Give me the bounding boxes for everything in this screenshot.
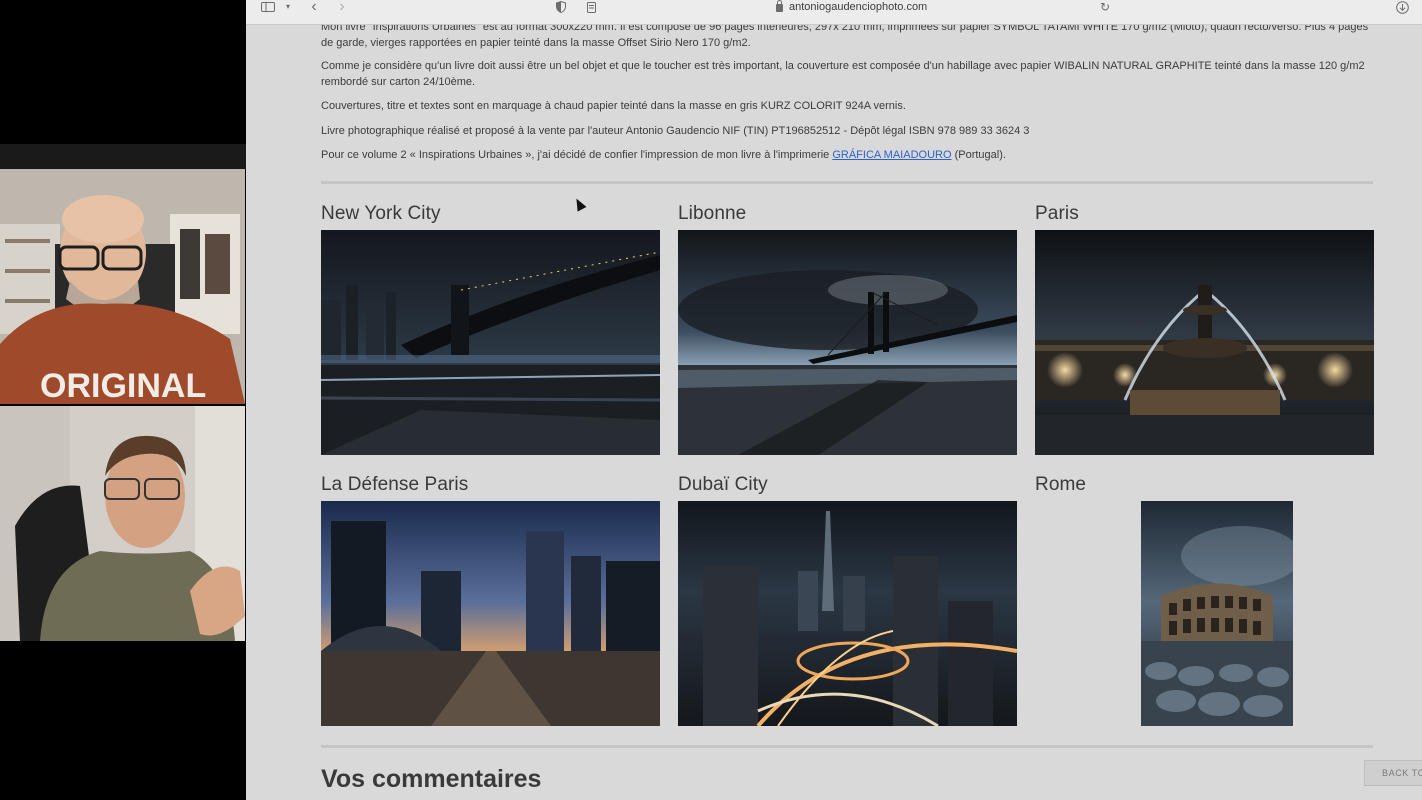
gallery-title-rome: Rome bbox=[1035, 474, 1087, 495]
downloads-icon[interactable] bbox=[1395, 0, 1409, 14]
photo-paris[interactable] bbox=[1035, 230, 1374, 455]
address-url: antoniogaudenciophoto.com bbox=[789, 1, 928, 13]
photo-new-york-city[interactable] bbox=[321, 230, 660, 455]
gallery-title-new-york: New York City bbox=[321, 203, 441, 224]
reader-view-icon[interactable] bbox=[585, 0, 597, 14]
printer-link[interactable]: GRÁFICA MAIADOURO bbox=[832, 149, 951, 161]
lock-icon bbox=[776, 0, 783, 12]
section-divider-top bbox=[321, 181, 1373, 184]
back-icon[interactable]: ‹ bbox=[308, 0, 320, 15]
video-panel-divider bbox=[0, 144, 246, 169]
sidebar-toggle-icon[interactable] bbox=[261, 0, 275, 14]
participant-1-shirt-print: ORIGINAL bbox=[40, 367, 206, 404]
article-paragraph-5: Pour ce volume 2 « Inspirations Urbaines… bbox=[321, 147, 1373, 163]
photo-lisbon[interactable] bbox=[678, 230, 1017, 455]
forward-icon[interactable]: › bbox=[336, 0, 348, 15]
photo-rome[interactable] bbox=[1141, 501, 1293, 726]
back-to-top-button[interactable]: BACK TO TOP bbox=[1364, 760, 1422, 786]
gallery-title-la-defense: La Défense Paris bbox=[321, 474, 469, 495]
video-tile-participant-1[interactable]: ORIGINAL bbox=[0, 169, 245, 404]
video-tile-participant-2[interactable] bbox=[0, 406, 245, 641]
printer-sentence: Pour ce volume 2 « Inspirations Urbaines… bbox=[321, 149, 830, 161]
gallery-title-lisbon: Libonne bbox=[678, 203, 747, 224]
address-bar[interactable]: antoniogaudenciophoto.com bbox=[776, 0, 927, 14]
participant-1-video-frame: ORIGINAL bbox=[0, 169, 245, 404]
sidebar-menu-chevron-icon[interactable]: ▾ bbox=[284, 0, 292, 14]
article-paragraph-3: Couvertures, titre et textes sont en mar… bbox=[321, 100, 906, 112]
video-call-panel: ORIGINAL bbox=[0, 0, 246, 800]
article-paragraph-2: Comme je considère qu'un livre doit auss… bbox=[321, 60, 1365, 88]
browser-window: ▾ ‹ › antoniogaudenciophoto.com ↻ Mon li… bbox=[246, 0, 1422, 800]
browser-toolbar: ▾ ‹ › antoniogaudenciophoto.com ↻ bbox=[246, 0, 1422, 25]
gallery-title-paris: Paris bbox=[1035, 203, 1079, 224]
section-divider-bottom bbox=[321, 745, 1373, 748]
printer-country: (Portugal). bbox=[951, 149, 1006, 161]
participant-2-video-frame bbox=[0, 406, 245, 641]
photo-dubai[interactable] bbox=[678, 501, 1017, 726]
comments-heading: Vos commentaires bbox=[321, 765, 542, 793]
gallery-title-dubai: Dubaï City bbox=[678, 474, 768, 495]
article-paragraph-4: Livre photographique réalisé et proposé … bbox=[321, 125, 1030, 137]
privacy-shield-icon[interactable] bbox=[555, 0, 567, 14]
reload-icon[interactable]: ↻ bbox=[1099, 0, 1111, 14]
photo-la-defense[interactable] bbox=[321, 501, 660, 726]
